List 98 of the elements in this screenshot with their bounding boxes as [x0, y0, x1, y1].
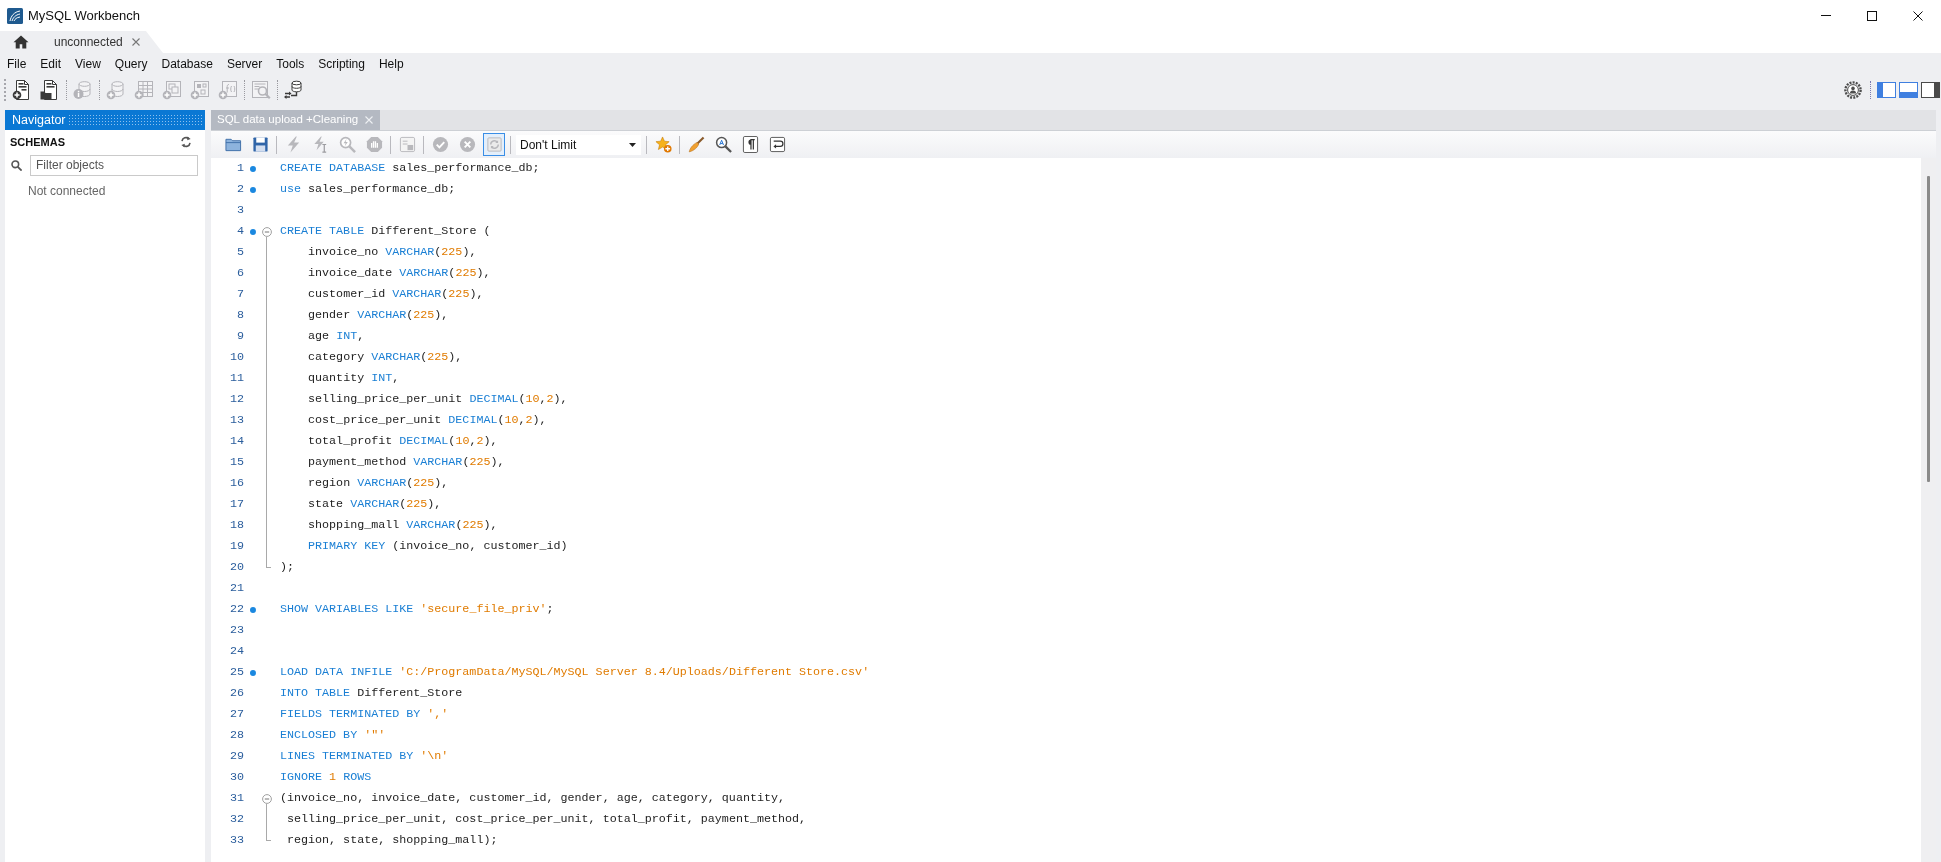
code-line: gender VARCHAR(225),	[308, 307, 449, 322]
line-number: 2	[237, 180, 244, 198]
minimize-icon	[1821, 15, 1831, 16]
close-icon	[1913, 10, 1923, 21]
line-number: 26	[229, 684, 244, 702]
line-number: 17	[229, 495, 244, 513]
navigator-title: Navigator	[11, 111, 66, 129]
code-line: payment_method VARCHAR(225),	[308, 454, 505, 469]
line-number: 29	[229, 747, 244, 765]
menu-item[interactable]: Help	[371, 53, 411, 74]
tab[interactable]: unconnected	[41, 31, 163, 53]
maximize-icon	[1867, 10, 1877, 21]
code-line: selling_price_per_unit, cost_price_per_unit, total_profit, payment_method,	[287, 811, 807, 826]
section-title: SCHEMAS	[10, 134, 65, 150]
line-number: 3	[237, 201, 244, 219]
line-number: 31	[229, 789, 244, 807]
line-number: 28	[229, 726, 244, 744]
menu-item[interactable]: Server	[219, 53, 270, 74]
code-line: category VARCHAR(225),	[308, 349, 463, 364]
line-number: 13	[229, 411, 244, 429]
code-line: SHOW VARIABLES LIKE 'secure_file_priv';	[280, 601, 554, 616]
line-number: 30	[229, 768, 244, 786]
user-gear-icon	[1844, 80, 1862, 99]
menu-item[interactable]: Edit	[33, 53, 69, 74]
menu-item[interactable]: Database	[154, 53, 220, 74]
line-number: 20	[229, 558, 244, 576]
panel-bottom-icon[interactable]	[1899, 81, 1918, 98]
line-number: 24	[229, 642, 244, 660]
code-line: CREATE DATABASE sales_performance_db;	[280, 160, 540, 175]
preferences-button[interactable]	[1842, 78, 1864, 101]
code-line: shopping_mall VARCHAR(225),	[308, 517, 498, 532]
connection-status: Not connected	[28, 184, 106, 198]
code-line: FIELDS TERMINATED BY ','	[280, 706, 449, 721]
code-line: IGNORE 1 ROWS	[280, 769, 372, 784]
line-number: 32	[229, 810, 244, 828]
menu-item[interactable]: View	[68, 53, 108, 74]
code-line: );	[280, 559, 295, 574]
line-number: 21	[229, 579, 244, 597]
code-line: INTO TABLE Different_Store	[280, 685, 463, 700]
menu-item[interactable]: Scripting	[311, 53, 372, 74]
code-line: selling_price_per_unit DECIMAL(10,2),	[308, 391, 568, 406]
code-line: invoice_no VARCHAR(225),	[308, 244, 477, 259]
code-line: total_profit DECIMAL(10,2),	[308, 433, 498, 448]
line-number: 33	[229, 831, 244, 849]
line-number: 4	[237, 222, 244, 240]
code-line: LOAD DATA INFILE 'C:/ProgramData/MySQL/MySQL Server 8.4/Uploads/Different Store.csv'	[280, 664, 870, 679]
code-line: use sales_performance_db;	[280, 181, 456, 196]
line-number: 9	[237, 327, 244, 345]
scrollbar-thumb[interactable]	[1927, 176, 1930, 482]
code-line: state VARCHAR(225),	[308, 496, 442, 511]
code-line: quantity INT,	[308, 370, 400, 385]
line-number: 23	[229, 621, 244, 639]
close-icon	[365, 116, 373, 124]
code-line: cost_price_per_unit DECIMAL(10,2),	[308, 412, 547, 427]
code-line: PRIMARY KEY (invoice_no, customer_id)	[308, 538, 568, 553]
code-line: age INT,	[308, 328, 365, 343]
code-line: region VARCHAR(225),	[308, 475, 449, 490]
line-number: 27	[229, 705, 244, 723]
minus-circle-icon[interactable]	[261, 226, 272, 237]
line-number: 12	[229, 390, 244, 408]
line-number: 14	[229, 432, 244, 450]
line-number: 11	[229, 369, 244, 387]
code-line: ENCLOSED BY '"'	[280, 727, 386, 742]
minus-circle-icon[interactable]	[261, 793, 272, 804]
line-number: 8	[237, 306, 244, 324]
refresh-button[interactable]	[178, 134, 194, 150]
line-number: 1	[237, 159, 244, 177]
line-number: 10	[229, 348, 244, 366]
code-line: customer_id VARCHAR(225),	[308, 286, 484, 301]
line-number: 19	[229, 537, 244, 555]
refresh-icon	[180, 136, 192, 148]
code-line: (invoice_no, invoice_date, customer_id, gender, age, category, quantity,	[280, 790, 785, 805]
panel-right-icon[interactable]	[1921, 81, 1940, 98]
close-icon	[131, 38, 140, 46]
code-line: region, state, shopping_mall);	[287, 832, 498, 847]
code-line: LINES TERMINATED BY '\n'	[280, 748, 449, 763]
caret-icon	[629, 142, 636, 147]
line-number: 25	[229, 663, 244, 681]
app-icon	[7, 7, 23, 24]
line-number: 15	[229, 453, 244, 471]
panel-left-icon[interactable]	[1877, 81, 1896, 98]
code-line: invoice_date VARCHAR(225),	[308, 265, 491, 280]
code-line: CREATE TABLE Different_Store (	[280, 223, 491, 238]
line-number: 6	[237, 264, 244, 282]
menu-item[interactable]: File	[0, 53, 34, 74]
line-number: 18	[229, 516, 244, 534]
search-icon	[11, 159, 22, 171]
home-icon	[12, 35, 29, 49]
line-number: 5	[237, 243, 244, 261]
window-title: MySQL Workbench	[28, 6, 140, 25]
filter-field[interactable]: Filter objects	[30, 154, 198, 176]
fold-guide-line	[266, 804, 271, 841]
line-number: 7	[237, 285, 244, 303]
menu-item[interactable]: Query	[107, 53, 155, 74]
menu-item[interactable]: Tools	[269, 53, 312, 74]
line-number: 16	[229, 474, 244, 492]
line-number: 22	[229, 600, 244, 618]
limit-dropdown[interactable]: Don't Limit	[516, 134, 641, 155]
